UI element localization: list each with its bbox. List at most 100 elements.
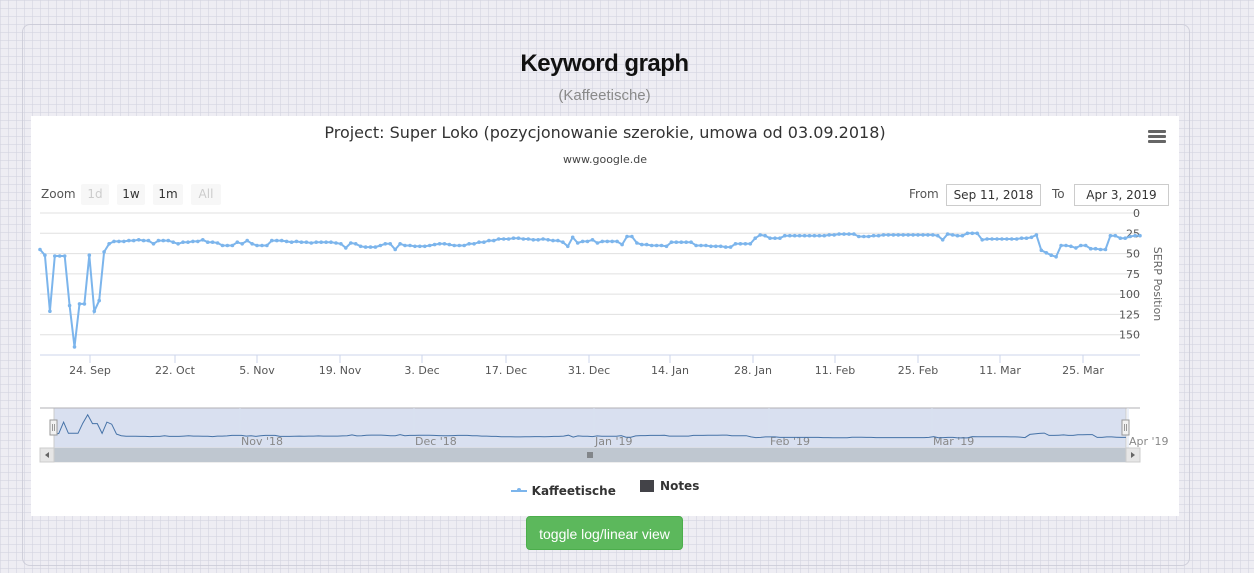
data-point [644, 242, 649, 247]
data-point [447, 242, 452, 247]
x-tick-label: 19. Nov [319, 364, 362, 377]
data-point [501, 237, 506, 241]
data-point [566, 244, 570, 249]
data-point [985, 237, 989, 241]
navigator-label: Nov '18 [241, 435, 283, 448]
data-point [659, 243, 664, 248]
data-point [363, 245, 368, 249]
toggle-log-linear-button[interactable]: toggle log/linear view [526, 516, 683, 550]
data-point [689, 240, 693, 244]
page-subtitle: (Kaffeetische) [558, 87, 651, 104]
data-point [640, 242, 644, 247]
data-point [610, 239, 614, 244]
data-point [684, 240, 688, 244]
data-point [625, 234, 629, 239]
data-point [62, 254, 67, 258]
data-point [926, 233, 930, 237]
data-point [255, 243, 259, 248]
data-point [201, 238, 205, 242]
data-point [1074, 246, 1078, 250]
data-point [275, 238, 279, 243]
navigator-right-handle[interactable] [1121, 419, 1130, 436]
legend-label: Kaffeetische [531, 484, 616, 498]
data-point [832, 233, 836, 237]
data-point [230, 243, 235, 248]
data-point [866, 234, 871, 239]
data-point [487, 238, 491, 243]
data-point [743, 242, 748, 246]
data-point [1049, 253, 1053, 257]
data-point [225, 243, 230, 248]
legend-item-notes[interactable]: Notes [640, 479, 699, 493]
legend-item-kaffeetische[interactable]: Kaffeetische [510, 484, 616, 498]
data-point [797, 233, 802, 238]
data-point [186, 240, 190, 244]
data-point [600, 239, 605, 244]
data-point [1019, 236, 1024, 240]
data-point [714, 244, 718, 249]
data-point [353, 242, 358, 246]
data-point [176, 242, 180, 246]
data-point [763, 233, 767, 238]
data-point [294, 239, 299, 244]
data-point [418, 244, 422, 249]
data-point [166, 238, 171, 243]
data-point [87, 253, 92, 257]
data-point [694, 243, 698, 248]
data-point [477, 240, 481, 244]
data-point [1128, 234, 1132, 239]
x-tick-label: 5. Nov [239, 364, 275, 377]
data-point [1138, 233, 1142, 238]
x-tick-label: 24. Sep [69, 364, 111, 377]
data-point [936, 233, 940, 238]
data-point [77, 302, 82, 306]
data-point [940, 238, 945, 242]
data-point [408, 243, 412, 248]
navigator-label: Apr '19 [1129, 435, 1169, 448]
data-point [220, 243, 225, 248]
data-point [156, 238, 161, 243]
data-point [393, 247, 398, 252]
data-point [1118, 236, 1123, 240]
y-tick-label: 100 [1119, 288, 1140, 301]
data-point [837, 232, 841, 236]
data-point [575, 241, 580, 245]
data-point [373, 245, 378, 249]
data-point [141, 238, 146, 243]
data-point [235, 240, 240, 244]
data-point [778, 236, 782, 240]
chart-plot: 0 25 50 75 100 125 150 SERP Position 24. Sep 22. … [38, 207, 1169, 463]
x-tick-label: 14. Jan [651, 364, 689, 377]
data-point [1009, 237, 1014, 241]
data-point [472, 242, 476, 246]
data-point [847, 232, 851, 236]
data-point [551, 238, 555, 243]
data-point [462, 243, 467, 248]
data-point [279, 238, 284, 243]
navigator-left-handle[interactable] [49, 419, 58, 436]
data-point [733, 242, 738, 246]
data-point [664, 244, 669, 249]
data-point [960, 233, 965, 238]
data-point [1098, 247, 1103, 252]
data-point [284, 239, 289, 244]
data-point [718, 244, 723, 249]
data-point [1059, 243, 1063, 248]
data-point [482, 240, 486, 244]
data-point [378, 243, 383, 248]
data-point [334, 241, 338, 245]
data-point [398, 242, 402, 246]
data-point [1069, 244, 1073, 249]
series-line-kaffeetische [39, 232, 1140, 348]
data-point [1024, 236, 1029, 240]
y-axis-title: SERP Position [1151, 247, 1164, 322]
legend: Kaffeetische Notes [31, 479, 1179, 498]
data-point [452, 243, 457, 248]
x-tick-label: 25. Mar [1062, 364, 1104, 377]
data-point [171, 240, 175, 244]
data-point [383, 242, 388, 246]
x-tick-label: 25. Feb [898, 364, 938, 377]
data-point [585, 239, 590, 244]
data-point [842, 232, 846, 236]
data-point [783, 233, 787, 238]
